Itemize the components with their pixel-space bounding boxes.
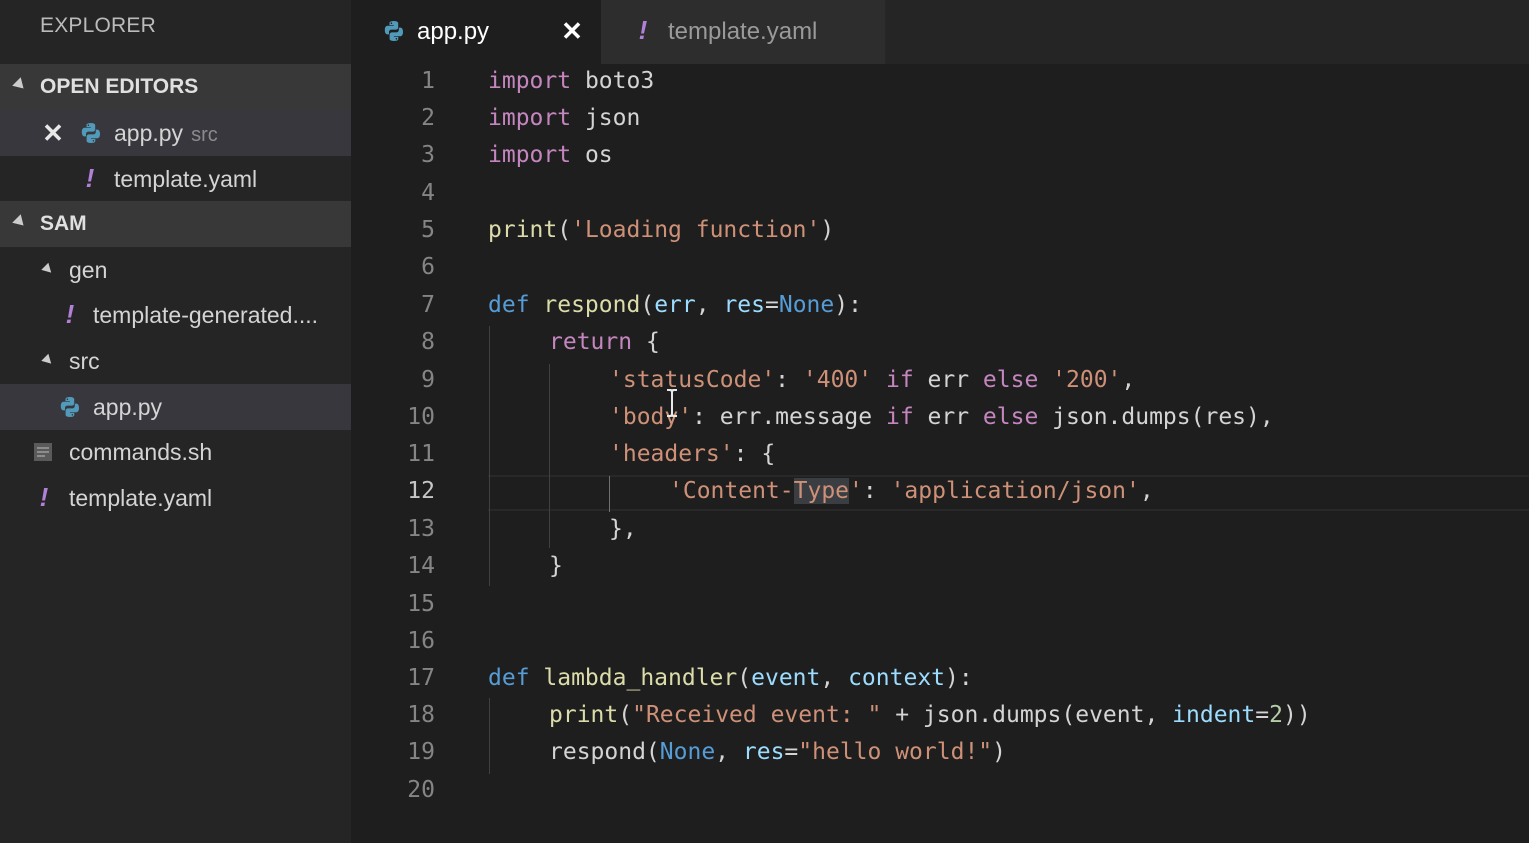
line-number: 15 — [407, 591, 435, 617]
file-app-py[interactable]: app.py — [0, 384, 351, 430]
tab-label: app.py — [417, 18, 490, 45]
text-cursor-icon — [665, 388, 679, 418]
line-number: 19 — [407, 739, 435, 765]
file-template-generated[interactable]: ! template-generated.... — [0, 292, 351, 338]
code-line: def lambda_handler(event, context): — [488, 665, 973, 691]
line-number: 4 — [421, 180, 435, 206]
selection-highlight: Type — [793, 478, 850, 504]
line-number: 14 — [407, 553, 435, 579]
code-line: import os — [488, 142, 613, 168]
code-line-current: 'Content-Type': 'application/json', — [669, 478, 1154, 504]
open-editors-header[interactable]: OPEN EDITORS — [0, 64, 351, 110]
line-number: 13 — [407, 516, 435, 542]
tab-app-py[interactable]: app.py ✕ — [351, 0, 601, 64]
line-number: 10 — [407, 404, 435, 430]
open-editors-label: OPEN EDITORS — [40, 75, 199, 98]
file-label: app.py — [93, 393, 163, 420]
line-number-current: 12 — [407, 478, 435, 504]
folder-src[interactable]: src — [0, 338, 351, 384]
line-number: 9 — [421, 367, 435, 393]
indent-guide — [489, 326, 490, 586]
line-number: 1 — [421, 68, 435, 94]
open-editor-label: template.yaml — [114, 165, 258, 192]
explorer-title: EXPLORER — [40, 14, 156, 37]
line-number: 18 — [407, 702, 435, 728]
folder-expanded-icon — [41, 353, 55, 367]
code-line: print('Loading function') — [488, 217, 835, 243]
file-label: commands.sh — [69, 438, 213, 465]
line-number: 6 — [421, 254, 435, 280]
folder-gen[interactable]: gen — [0, 247, 351, 293]
tab-label: template.yaml — [668, 18, 818, 45]
file-label: template.yaml — [69, 484, 213, 511]
yaml-exclamation-icon: ! — [65, 298, 75, 329]
collapse-triangle-icon — [12, 214, 28, 230]
folder-expanded-icon — [41, 262, 55, 276]
folder-label: gen — [69, 256, 108, 283]
code-line: print("Received event: " + json.dumps(ev… — [549, 702, 1311, 728]
line-number: 2 — [421, 105, 435, 131]
line-number: 7 — [421, 292, 435, 318]
file-label: template-generated.... — [93, 301, 319, 328]
yaml-exclamation-icon: ! — [85, 162, 95, 193]
sam-label: SAM — [40, 212, 87, 235]
code-line: def respond(err, res=None): — [488, 292, 862, 318]
file-lines-icon — [32, 441, 54, 463]
line-number: 17 — [407, 665, 435, 691]
explorer-sidebar: EXPLORER OPEN EDITORS ✕ app.py src ! temp… — [0, 0, 351, 843]
vscode-window: EXPLORER OPEN EDITORS ✕ app.py src ! temp… — [0, 0, 1529, 843]
code-line: return { — [549, 329, 660, 355]
python-icon — [57, 394, 83, 420]
sam-section-header[interactable]: SAM — [0, 201, 351, 247]
editor-tab-bar: app.py ✕ ! template.yaml — [351, 0, 1529, 64]
code-line: 'body': err.message if err else json.dum… — [609, 404, 1274, 430]
line-number: 3 — [421, 142, 435, 168]
indent-guide — [489, 698, 490, 774]
indent-guide — [549, 364, 550, 548]
code-line: respond(None, res="hello world!") — [549, 739, 1007, 765]
line-number: 5 — [421, 217, 435, 243]
open-editor-template-yaml[interactable]: ! template.yaml — [0, 156, 351, 202]
code-line: 'headers': { — [609, 441, 776, 467]
python-icon — [78, 120, 104, 146]
yaml-exclamation-icon: ! — [638, 14, 648, 45]
close-icon[interactable]: ✕ — [559, 14, 585, 48]
code-line: import boto3 — [488, 68, 655, 94]
code-line: } — [549, 553, 563, 579]
open-editor-app-py[interactable]: ✕ app.py src — [0, 110, 351, 156]
code-line: }, — [609, 516, 637, 542]
yaml-exclamation-icon: ! — [39, 481, 49, 512]
line-number: 11 — [407, 441, 435, 467]
code-editor[interactable]: 1 2 3 4 5 6 7 8 9 10 11 12 13 14 15 16 1… — [351, 64, 1529, 843]
code-line: 'statusCode': '400' if err else '200', — [609, 367, 1136, 393]
file-template-yaml[interactable]: ! template.yaml — [0, 475, 351, 521]
open-editor-label: app.py src — [114, 119, 218, 146]
folder-label: src — [69, 347, 100, 374]
file-commands-sh[interactable]: commands.sh — [0, 429, 351, 475]
collapse-triangle-icon — [12, 77, 28, 93]
close-icon[interactable]: ✕ — [40, 116, 66, 150]
code-line: import json — [488, 105, 641, 131]
indent-guide — [609, 476, 610, 512]
line-number: 16 — [407, 628, 435, 654]
python-icon — [381, 18, 407, 44]
line-number: 20 — [407, 777, 435, 803]
tab-template-yaml[interactable]: ! template.yaml — [601, 0, 885, 64]
line-number: 8 — [421, 329, 435, 355]
